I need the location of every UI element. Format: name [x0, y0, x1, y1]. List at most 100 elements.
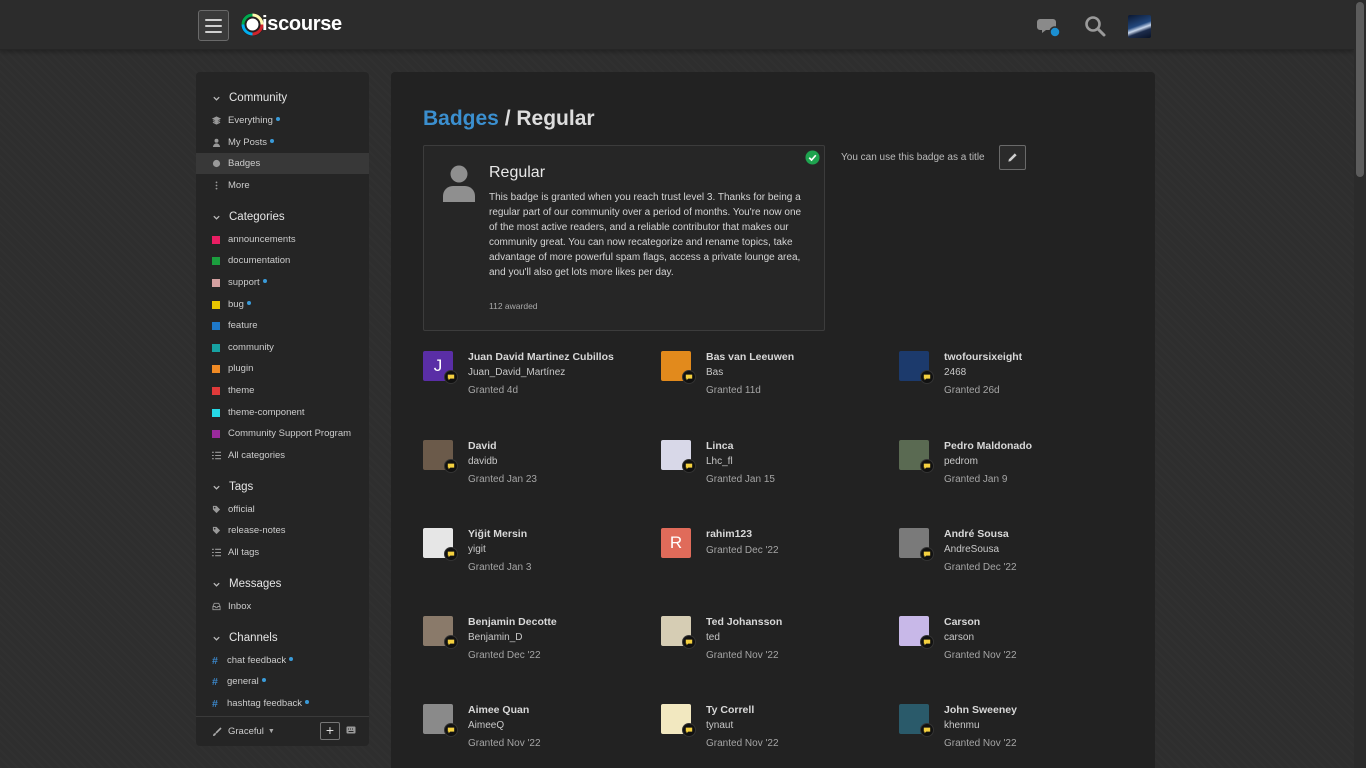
grantee-item[interactable]: Linca Lhc_fl Granted Jan 15 [661, 440, 891, 500]
grantee-name[interactable]: Benjamin Decotte [468, 616, 557, 628]
add-section-button[interactable]: + [320, 722, 340, 740]
badge-name: Regular [489, 164, 546, 181]
sidebar-item-plugin[interactable]: plugin [196, 358, 369, 379]
grantee-item[interactable]: Rrahim123 Granted Dec '22 [661, 528, 891, 588]
sidebar-item-all-categories[interactable]: All categories [196, 445, 369, 466]
grantee-username: pedrom [944, 456, 978, 467]
grantee-name[interactable]: Ty Correll [706, 704, 754, 716]
grantee-item[interactable]: twofoursixeight 2468 Granted 26d [899, 351, 1129, 411]
user-flair-icon [444, 547, 458, 561]
sidebar-item-tag-release-notes[interactable]: release-notes [196, 520, 369, 541]
grant-date: Granted Nov '22 [468, 738, 541, 749]
grantee-item[interactable]: Carson carson Granted Nov '22 [899, 616, 1129, 676]
page-scrollbar[interactable] [1354, 0, 1366, 768]
grant-date: Granted 11d [706, 385, 761, 396]
sidebar-item-my-posts[interactable]: My Posts [196, 132, 369, 153]
list-icon [212, 548, 221, 557]
grantee-item[interactable]: Bas van Leeuwen Bas Granted 11d [661, 351, 891, 411]
site-logo[interactable]: iscourse [240, 12, 342, 37]
sidebar-item-label: announcements [228, 234, 296, 245]
unread-dot [246, 300, 251, 305]
sidebar-item-channel-hashtag-feedback[interactable]: # hashtag feedback [196, 693, 369, 714]
sidebar-item-theme-component[interactable]: theme-component [196, 402, 369, 423]
sidebar-item-channel-chat-feedback[interactable]: # chat feedback [196, 650, 369, 671]
grantee-item[interactable]: Aimee Quan AimeeQ Granted Nov '22 [423, 704, 653, 764]
grantee-name[interactable]: Carson [944, 616, 980, 628]
scrollbar-thumb[interactable] [1356, 2, 1364, 177]
grantee-name[interactable]: twofoursixeight [944, 351, 1022, 363]
sidebar-item-community-support-program[interactable]: Community Support Program [196, 423, 369, 444]
sidebar-item-all-tags[interactable]: All tags [196, 542, 369, 563]
sidebar-item-label: theme [228, 385, 255, 396]
sidebar-section-tags[interactable]: Tags [196, 477, 253, 497]
sidebar-item-label: chat feedback [227, 655, 287, 666]
category-color-swatch [212, 278, 220, 287]
hamburger-menu-button[interactable] [198, 10, 229, 41]
sidebar-item-documentation[interactable]: documentation [196, 250, 369, 271]
grantee-item[interactable]: Ty Correll tynaut Granted Nov '22 [661, 704, 891, 764]
sidebar-item-feature[interactable]: feature [196, 315, 369, 336]
grantee-item[interactable]: Yiğit Mersin yigit Granted Jan 3 [423, 528, 653, 588]
breadcrumb-badges-link[interactable]: Badges [423, 107, 499, 130]
badge-title-note: You can use this badge as a title [841, 152, 985, 163]
section-title: Channels [229, 632, 278, 644]
sidebar-section-community[interactable]: Community [196, 88, 287, 108]
grantee-item[interactable]: André Sousa AndreSousa Granted Dec '22 [899, 528, 1129, 588]
grantee-name[interactable]: Aimee Quan [468, 704, 529, 716]
grantee-name[interactable]: John Sweeney [944, 704, 1017, 716]
sidebar-footer: Graceful ▼ + [196, 716, 369, 746]
grantee-item[interactable]: David davidb Granted Jan 23 [423, 440, 653, 500]
grantee-name[interactable]: Linca [706, 440, 733, 452]
chat-bubble-icon[interactable] [1037, 14, 1061, 38]
sidebar-item-theme[interactable]: theme [196, 380, 369, 401]
ellipsis-vertical-icon [215, 181, 218, 190]
keyboard-icon[interactable] [346, 726, 356, 734]
grantee-name[interactable]: Juan David Martinez Cubillos [468, 351, 614, 363]
grantee-name[interactable]: rahim123 [706, 528, 752, 540]
paintbrush-icon [213, 726, 222, 736]
search-icon[interactable] [1083, 14, 1107, 38]
site-header: iscourse [0, 0, 1354, 50]
grant-date: Granted Nov '22 [944, 738, 1017, 749]
inbox-icon [212, 602, 221, 611]
user-flair-icon [682, 459, 696, 473]
theme-selector[interactable]: Graceful [228, 726, 264, 737]
grantee-name[interactable]: Bas van Leeuwen [706, 351, 794, 363]
sidebar-item-everything[interactable]: Everything [196, 110, 369, 131]
chevron-down-icon [213, 582, 220, 587]
grantee-item[interactable]: Pedro Maldonado pedrom Granted Jan 9 [899, 440, 1129, 500]
sidebar-item-tag-official[interactable]: official [196, 499, 369, 520]
grantee-name[interactable]: Ted Johansson [706, 616, 782, 628]
sidebar-item-channel-general[interactable]: # general [196, 671, 369, 692]
grantee-name[interactable]: André Sousa [944, 528, 1009, 540]
sidebar-section-messages[interactable]: Messages [196, 574, 281, 594]
grantee-item[interactable]: J Juan David Martinez Cubillos Juan_David_… [423, 351, 653, 411]
grantee-name[interactable]: David [468, 440, 497, 452]
grantee-name[interactable]: Pedro Maldonado [944, 440, 1032, 452]
grantee-name[interactable]: Yiğit Mersin [468, 528, 527, 540]
tag-icon [212, 505, 221, 514]
sidebar-section-channels[interactable]: Channels [196, 628, 278, 648]
sidebar-item-badges[interactable]: Badges [196, 153, 369, 174]
grantee-username: khenmu [944, 720, 980, 731]
grant-date: Granted Nov '22 [706, 738, 779, 749]
grantee-item[interactable]: Benjamin Decotte Benjamin_D Granted Dec '2… [423, 616, 653, 676]
sidebar-item-inbox[interactable]: Inbox [196, 596, 369, 617]
sidebar-item-announcements[interactable]: announcements [196, 229, 369, 250]
sidebar-item-label: hashtag feedback [227, 698, 303, 709]
grantee-item[interactable]: Ted Johansson ted Granted Nov '22 [661, 616, 891, 676]
sidebar-item-label: community [228, 342, 274, 353]
grantee-item[interactable]: John Sweeney khenmu Granted Nov '22 [899, 704, 1129, 764]
sidebar-item-label: documentation [228, 255, 291, 266]
edit-title-button[interactable] [999, 145, 1026, 170]
sidebar-item-bug[interactable]: bug [196, 294, 369, 315]
avatar[interactable]: R [661, 528, 691, 558]
sidebar-item-community[interactable]: community [196, 337, 369, 358]
sidebar-item-more[interactable]: More [196, 175, 369, 196]
sidebar-item-label: release-notes [228, 525, 286, 536]
current-user-avatar[interactable] [1128, 15, 1151, 38]
sidebar-item-label: plugin [228, 363, 254, 374]
caret-down-icon[interactable]: ▼ [268, 728, 275, 735]
sidebar-section-categories[interactable]: Categories [196, 207, 285, 227]
sidebar-item-support[interactable]: support [196, 272, 369, 293]
